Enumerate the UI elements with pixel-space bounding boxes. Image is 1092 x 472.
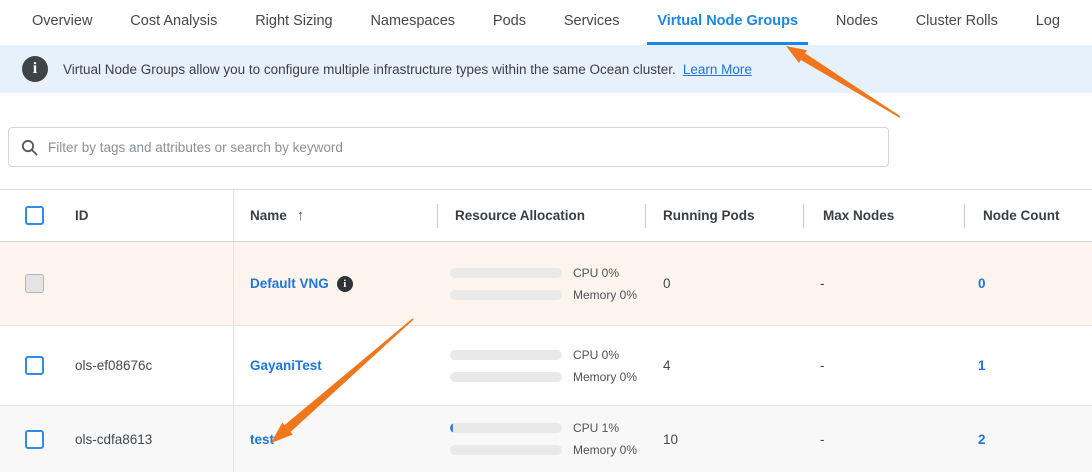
running-pods-value: 0: [663, 276, 671, 291]
column-header-resource-allocation[interactable]: Resource Allocation: [437, 190, 645, 241]
resource-allocation: CPU 0% Memory 0%: [450, 348, 637, 384]
column-header-max-nodes[interactable]: Max Nodes: [803, 190, 964, 241]
cluster-tab-bar: Overview Cost Analysis Right Sizing Name…: [0, 0, 1092, 45]
resource-allocation: CPU 1% Memory 0%: [450, 421, 637, 457]
tab-namespaces[interactable]: Namespaces: [360, 0, 465, 45]
cpu-usage-bar: [450, 350, 562, 360]
node-count-link[interactable]: 1: [978, 358, 986, 373]
row-checkbox-disabled: [25, 274, 44, 293]
memory-usage-label: Memory 0%: [573, 370, 637, 384]
table-header-row: ID Name ↑ Resource Allocation Running Po…: [0, 190, 1092, 242]
row-checkbox[interactable]: [25, 430, 44, 449]
running-pods-value: 10: [663, 432, 678, 447]
memory-usage-label: Memory 0%: [573, 443, 637, 457]
column-header-node-count[interactable]: Node Count: [964, 190, 1092, 241]
row-id: ols-ef08676c: [75, 358, 152, 373]
column-header-name[interactable]: Name ↑: [233, 190, 437, 241]
vng-table: ID Name ↑ Resource Allocation Running Po…: [0, 189, 1092, 472]
memory-usage-bar: [450, 290, 562, 300]
tab-cost-analysis[interactable]: Cost Analysis: [120, 0, 227, 45]
resource-allocation: CPU 0% Memory 0%: [450, 266, 637, 302]
running-pods-value: 4: [663, 358, 671, 373]
cpu-usage-label: CPU 1%: [573, 421, 619, 435]
search-icon: [21, 139, 38, 156]
info-banner: i Virtual Node Groups allow you to confi…: [0, 45, 1092, 93]
table-row-default-vng[interactable]: Default VNG i CPU 0% Memory 0% 0 - 0: [0, 242, 1092, 326]
table-row-test[interactable]: ols-cdfa8613 test CPU 1% Memory 0% 10 -: [0, 406, 1092, 472]
max-nodes-value: -: [820, 358, 825, 373]
max-nodes-value: -: [820, 276, 825, 291]
cpu-usage-bar: [450, 423, 562, 433]
info-icon: i: [22, 56, 48, 82]
node-count-link[interactable]: 0: [978, 276, 986, 291]
filter-search-input[interactable]: [48, 140, 876, 155]
row-name-link[interactable]: Default VNG: [250, 276, 329, 291]
tab-cluster-rolls[interactable]: Cluster Rolls: [906, 0, 1008, 45]
row-id: ols-cdfa8613: [75, 432, 152, 447]
cpu-usage-label: CPU 0%: [573, 266, 619, 280]
tab-pods[interactable]: Pods: [483, 0, 536, 45]
ocean-cluster-page: Overview Cost Analysis Right Sizing Name…: [0, 0, 1092, 472]
tab-nodes[interactable]: Nodes: [826, 0, 888, 45]
banner-message: Virtual Node Groups allow you to configu…: [63, 62, 676, 77]
column-header-running-pods[interactable]: Running Pods: [645, 190, 803, 241]
memory-usage-label: Memory 0%: [573, 288, 637, 302]
cpu-usage-label: CPU 0%: [573, 348, 619, 362]
table-row-gayanitest[interactable]: ols-ef08676c GayaniTest CPU 0% Memory 0%…: [0, 326, 1092, 406]
node-count-link[interactable]: 2: [978, 432, 986, 447]
tab-virtual-node-groups[interactable]: Virtual Node Groups: [647, 0, 808, 45]
max-nodes-value: -: [820, 432, 825, 447]
tab-log[interactable]: Log: [1026, 0, 1070, 45]
tab-services[interactable]: Services: [554, 0, 630, 45]
select-all-checkbox[interactable]: [25, 206, 44, 225]
row-name-link-test[interactable]: test: [250, 432, 274, 447]
tab-overview[interactable]: Overview: [22, 0, 102, 45]
default-vng-info-icon[interactable]: i: [337, 276, 353, 292]
memory-usage-bar: [450, 372, 562, 382]
filter-search-box[interactable]: [8, 127, 889, 167]
sort-asc-icon[interactable]: ↑: [297, 207, 305, 224]
row-name-link[interactable]: GayaniTest: [250, 358, 322, 373]
column-header-name-label: Name: [250, 208, 287, 223]
tab-right-sizing[interactable]: Right Sizing: [245, 0, 342, 45]
cpu-usage-bar: [450, 268, 562, 278]
column-header-id[interactable]: ID: [62, 190, 233, 241]
memory-usage-bar: [450, 445, 562, 455]
learn-more-link[interactable]: Learn More: [683, 62, 752, 77]
row-checkbox[interactable]: [25, 356, 44, 375]
